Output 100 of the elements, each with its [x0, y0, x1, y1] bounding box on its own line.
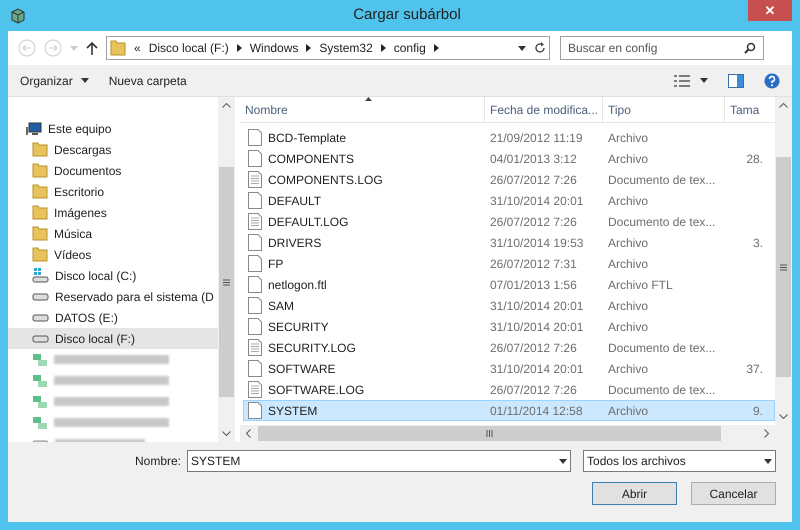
file-row[interactable]: DEFAULT 31/10/2014 20:01 Archivo [243, 190, 775, 211]
date-cell-text: 31/10/2014 20:01 [489, 192, 584, 210]
vertical-scrollbar[interactable] [775, 97, 792, 425]
file-row[interactable]: netlogon.ftl 07/01/2013 1:56 Archivo FTL [243, 274, 775, 295]
breadcrumb[interactable]: config [394, 39, 426, 57]
chevron-right-icon [380, 44, 386, 52]
filename-label: Nombre: [135, 453, 182, 470]
vertical-scrollbar[interactable] [218, 97, 235, 442]
breadcrumb[interactable]: Disco local (F:) [148, 39, 229, 57]
sidebar-item[interactable]: Escritorio [8, 181, 218, 202]
scroll-thumb[interactable] [776, 157, 791, 377]
sidebar-item[interactable]: DATOS (E:) [8, 307, 218, 328]
scroll-thumb[interactable] [219, 167, 234, 397]
overflow-chevrons[interactable]: « [134, 39, 141, 57]
size-cell: 28. [746, 152, 763, 166]
window-title: Cargar subárbol [353, 5, 461, 26]
sort-ascending-icon [365, 97, 372, 101]
dialog-button[interactable]: Abrir [592, 482, 677, 505]
caret-icon [80, 78, 89, 83]
dialog-button[interactable]: Cancelar [691, 482, 776, 505]
filename-field[interactable]: SYSTEM [187, 450, 572, 472]
grip-icon [486, 430, 493, 437]
caret-icon[interactable] [70, 46, 78, 50]
type-cell-text: Archivo FTL [607, 276, 674, 294]
file-name: SECURITY.LOG [268, 340, 356, 356]
sidebar-item[interactable]: Vídeos [8, 244, 218, 265]
drive-icon [32, 292, 49, 300]
column-header[interactable]: Tipo [603, 97, 725, 122]
file-type-dropdown[interactable]: Todos los archivos [583, 450, 776, 472]
drive-icon [32, 268, 49, 283]
sidebar-item[interactable]: Documentos [8, 160, 218, 181]
sidebar-item[interactable]: Disco local (F:) [8, 328, 218, 349]
type-cell-text: Documento de tex... [607, 214, 716, 230]
scroll-down-icon [222, 431, 231, 436]
file-row[interactable]: SOFTWARE.LOG 26/07/2012 7:26 Documento de tex... [243, 379, 775, 400]
date-cell-text: 26/07/2012 7:26 [489, 382, 578, 398]
computer-icon [26, 122, 42, 136]
sidebar-item[interactable]: Música [8, 223, 218, 244]
search-input[interactable]: Buscar en config [568, 39, 744, 57]
search-icon [744, 42, 756, 54]
scroll-left-icon [246, 429, 251, 438]
horizontal-scrollbar[interactable] [240, 425, 792, 442]
organize-button[interactable]: Organizar [20, 72, 89, 90]
column-header[interactable]: Fecha de modifica... [485, 97, 603, 122]
file-row[interactable]: FP 26/07/2012 7:31 Archivo [243, 253, 775, 274]
back-icon[interactable] [18, 39, 36, 57]
file-row[interactable]: SOFTWARE 31/10/2014 20:01 Archivo 37. [243, 358, 775, 379]
view-list-icon[interactable] [674, 74, 690, 86]
date-cell-text: 26/07/2012 7:26 [489, 214, 578, 230]
file-row[interactable]: COMPONENTS.LOG 26/07/2012 7:26 Documento de tex... [243, 169, 775, 190]
type-cell-text: Archivo [607, 150, 650, 168]
network-drive-icon [32, 394, 48, 408]
breadcrumb[interactable]: System32 [319, 39, 373, 57]
help-icon[interactable] [764, 72, 780, 88]
sidebar-item[interactable]: Descargas [8, 139, 218, 160]
file-row[interactable]: SECURITY.LOG 26/07/2012 7:26 Documento de tex... [243, 337, 775, 358]
caret-icon [559, 458, 568, 464]
breadcrumb[interactable]: Windows [250, 39, 298, 57]
type-cell-text: Archivo [607, 298, 650, 314]
close-button[interactable]: ✕ [748, 0, 792, 21]
network-drive-icon [32, 416, 48, 430]
file-row[interactable]: DRIVERS 31/10/2014 19:53 Archivo 3. [243, 232, 775, 253]
search-field[interactable]: Buscar en config [560, 36, 764, 60]
chevron-right-icon [236, 44, 242, 52]
document-icon [248, 318, 262, 335]
up-arrow-icon[interactable] [86, 41, 98, 55]
size-cell: 3. [752, 236, 763, 250]
document-icon [248, 402, 262, 419]
file-row[interactable]: SECURITY 31/10/2014 20:01 Archivo [243, 316, 775, 337]
date-cell-text: 31/10/2014 20:01 [489, 298, 584, 314]
sidebar-item[interactable]: Reservado para el sistema (D [8, 286, 218, 307]
text-document-icon [248, 213, 262, 230]
date-cell-text: 01/11/2014 12:58 [489, 402, 584, 420]
scroll-thumb[interactable] [258, 426, 721, 441]
file-row[interactable]: SYSTEM 01/11/2014 12:58 Archivo 9. [243, 400, 775, 421]
refresh-icon[interactable] [534, 42, 546, 54]
type-cell-text: Archivo [607, 360, 650, 378]
new-folder-button[interactable]: Nueva carpeta [108, 72, 187, 90]
type-cell-text: Archivo [607, 192, 650, 210]
sidebar-item[interactable]: Imágenes [8, 202, 218, 223]
column-header[interactable]: Nombre [240, 97, 485, 122]
document-icon [248, 276, 262, 293]
drive-icon [32, 314, 49, 322]
sidebar-item[interactable]: Este equipo [8, 118, 218, 139]
forward-icon[interactable] [44, 39, 62, 57]
file-row[interactable]: DEFAULT.LOG 26/07/2012 7:26 Documento de tex... [243, 211, 775, 232]
file-row[interactable]: BCD-Template 21/09/2012 11:19 Archivo [243, 127, 775, 148]
document-icon [248, 150, 262, 167]
type-cell-text: Documento de tex... [607, 340, 716, 356]
file-row[interactable]: COMPONENTS 04/01/2013 3:12 Archivo 28. [243, 148, 775, 169]
drive-icon [32, 334, 49, 342]
column-header[interactable]: Tama [725, 97, 765, 122]
document-icon [248, 192, 262, 209]
file-name: netlogon.ftl [268, 276, 327, 294]
file-name: FP [268, 256, 284, 272]
address-bar[interactable]: « Disco local (F:) Windows System32 config [106, 36, 550, 60]
file-row[interactable]: SAM 31/10/2014 20:01 Archivo [243, 295, 775, 316]
sidebar-item[interactable]: Disco local (C:) [8, 265, 218, 286]
chevron-right-icon [434, 44, 439, 52]
preview-pane-icon[interactable] [728, 74, 744, 88]
